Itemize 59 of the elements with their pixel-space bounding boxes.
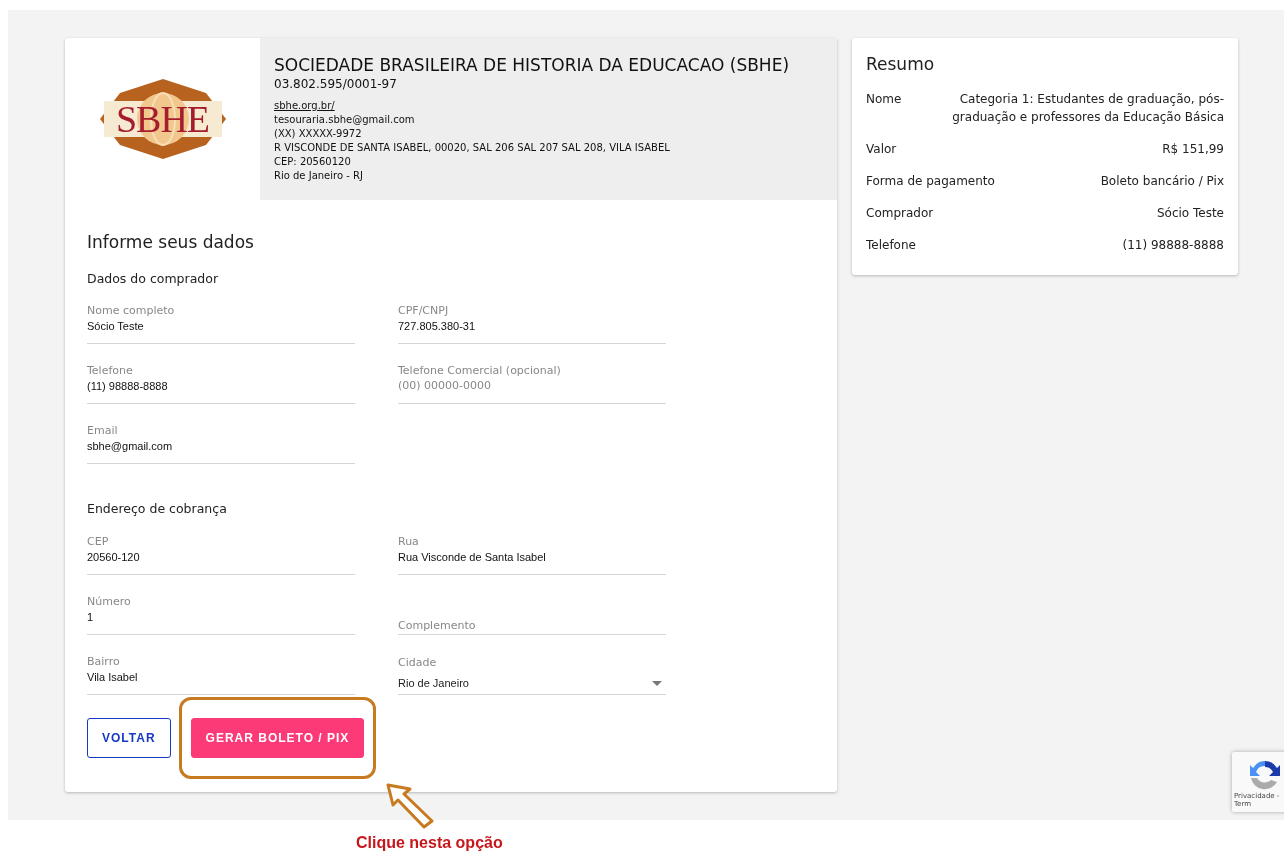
field-value: 20560-120 <box>87 550 141 564</box>
organization-detail: R VISCONDE DE SANTA ISABEL, 00020, SAL 206 SAL 207 SAL 208, VILA ISABEL <box>274 141 671 155</box>
annotation-text: Clique nesta opção <box>356 833 503 852</box>
input-field[interactable]: Número 1 <box>87 595 355 635</box>
field-label: CPF/CNPJ <box>398 304 450 319</box>
field-label: Telefone <box>87 364 134 379</box>
field-value: sbhe@gmail.com <box>87 439 174 454</box>
field-label: Nome completo <box>87 304 176 319</box>
organization-detail: Rio de Janeiro - RJ <box>274 169 364 183</box>
summary-label: Valor <box>866 140 897 158</box>
section-title: Dados do comprador <box>87 269 220 288</box>
organization-detail: CEP: 20560120 <box>274 155 352 169</box>
input-field[interactable]: CEP 20560-120 <box>87 535 355 575</box>
input-field[interactable]: Email sbhe@gmail.com <box>87 424 355 465</box>
field-placeholder: (00) 00000-0000 <box>398 379 493 394</box>
summary-value: Boleto bancário / Pix <box>1100 172 1224 190</box>
field-label: CEP <box>87 535 110 549</box>
field-value: Vila Isabel <box>87 670 139 684</box>
section-title: Endereço de cobrança <box>87 500 228 519</box>
dropdown-caret-icon <box>652 680 662 686</box>
field-value: Rua Visconde de Santa Isabel <box>398 550 547 564</box>
recaptcha-icon <box>1248 758 1282 792</box>
select-field[interactable]: Cidade Rio de Janeiro <box>398 655 666 695</box>
field-label: Rua <box>398 535 420 549</box>
input-field[interactable]: Telefone Comercial (opcional) (00) 00000-0000 <box>398 364 666 405</box>
organization-name: SOCIEDADE BRASILEIRA DE HISTORIA DA EDUCACAO (SBHE) <box>274 54 791 76</box>
field-label: Complemento <box>398 619 477 633</box>
input-field[interactable]: CPF/CNPJ 727.805.380-31 <box>398 304 666 345</box>
summary-value: Categoria 1: Estudantes de graduação, pós-graduação e professores da Educação Básica <box>951 90 1224 126</box>
field-value: 727.805.380-31 <box>398 319 477 334</box>
back-button[interactable]: VOLTAR <box>87 718 171 758</box>
field-label: Email <box>87 424 119 439</box>
summary-value: Sócio Teste <box>1156 204 1224 222</box>
input-field[interactable]: Rua Rua Visconde de Santa Isabel <box>398 535 666 575</box>
field-value: Sócio Teste <box>87 319 145 334</box>
field-label: Número <box>87 595 132 609</box>
summary-value: R$ 151,99 <box>1162 140 1224 158</box>
website-link[interactable]: sbhe.org.br/ <box>274 99 823 113</box>
organization-detail: tesouraria.sbhe@gmail.com <box>274 113 416 127</box>
input-field[interactable]: Bairro Vila Isabel <box>87 655 355 695</box>
summary-value: (11) 98888-8888 <box>1122 236 1224 254</box>
organization-detail: (XX) XXXXX-9972 <box>274 127 363 141</box>
summary-label: Nome <box>866 90 902 108</box>
field-label: Bairro <box>87 655 121 669</box>
organization-cnpj: 03.802.595/0001-97 <box>274 76 398 92</box>
field-value: (11) 98888-8888 <box>87 379 169 394</box>
summary-label: Telefone <box>866 236 916 254</box>
field-label: Cidade <box>398 656 438 670</box>
input-field[interactable]: Complemento <box>398 595 666 635</box>
summary-title: Resumo <box>866 53 936 76</box>
field-label: Telefone Comercial (opcional) <box>398 364 562 379</box>
logo-text: SBHE <box>115 100 210 138</box>
field-value: Rio de Janeiro <box>398 676 469 690</box>
input-field[interactable]: Nome completo Sócio Teste <box>87 304 355 345</box>
form-title: Informe seus dados <box>87 231 255 254</box>
field-value: 1 <box>87 610 95 624</box>
summary-label: Forma de pagamento <box>866 172 995 190</box>
input-field[interactable]: Telefone (11) 98888-8888 <box>87 364 355 405</box>
summary-label: Comprador <box>866 204 934 222</box>
